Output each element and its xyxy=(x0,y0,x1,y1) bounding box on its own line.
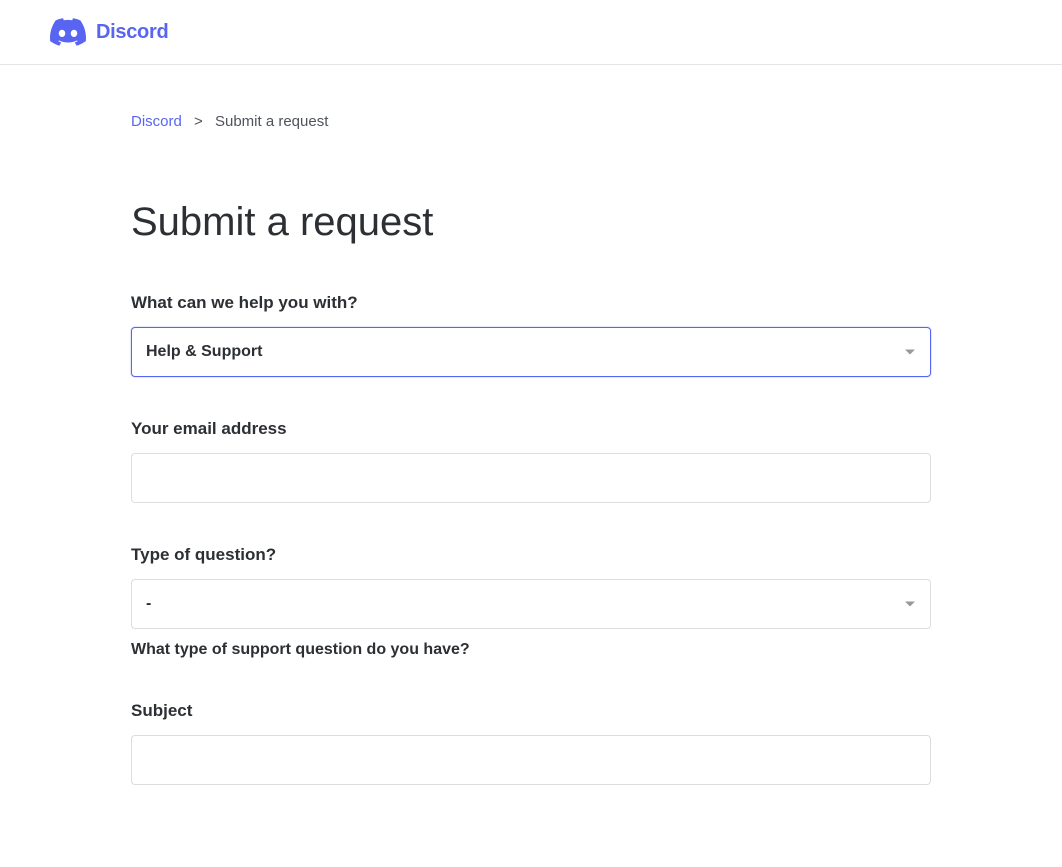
subject-group: Subject xyxy=(131,701,931,785)
email-field[interactable] xyxy=(131,453,931,503)
chevron-down-icon xyxy=(905,350,915,355)
question-type-help: What type of support question do you hav… xyxy=(131,641,931,659)
chevron-down-icon xyxy=(905,602,915,607)
email-group: Your email address xyxy=(131,419,931,503)
header: Discord xyxy=(0,0,1062,65)
help-with-value: Help & Support xyxy=(146,343,262,361)
brand-logo[interactable]: Discord xyxy=(50,18,168,46)
question-type-select-wrapper: - xyxy=(131,579,931,629)
question-type-value: - xyxy=(146,595,151,613)
email-label: Your email address xyxy=(131,419,931,439)
breadcrumb-separator: > xyxy=(194,113,203,130)
breadcrumb: Discord > Submit a request xyxy=(131,113,931,130)
question-type-group: Type of question? - What type of support… xyxy=(131,545,931,659)
question-type-select[interactable]: - xyxy=(131,579,931,629)
discord-icon xyxy=(50,18,86,46)
subject-label: Subject xyxy=(131,701,931,721)
subject-field[interactable] xyxy=(131,735,931,785)
help-with-select-wrapper: Help & Support xyxy=(131,327,931,377)
brand-name: Discord xyxy=(96,21,168,44)
help-with-group: What can we help you with? Help & Suppor… xyxy=(131,293,931,377)
breadcrumb-home-link[interactable]: Discord xyxy=(131,113,182,130)
main-container: Discord > Submit a request Submit a requ… xyxy=(121,65,941,867)
help-with-select[interactable]: Help & Support xyxy=(131,327,931,377)
breadcrumb-current: Submit a request xyxy=(215,113,328,130)
question-type-label: Type of question? xyxy=(131,545,931,565)
help-with-label: What can we help you with? xyxy=(131,293,931,313)
page-title: Submit a request xyxy=(131,200,931,245)
